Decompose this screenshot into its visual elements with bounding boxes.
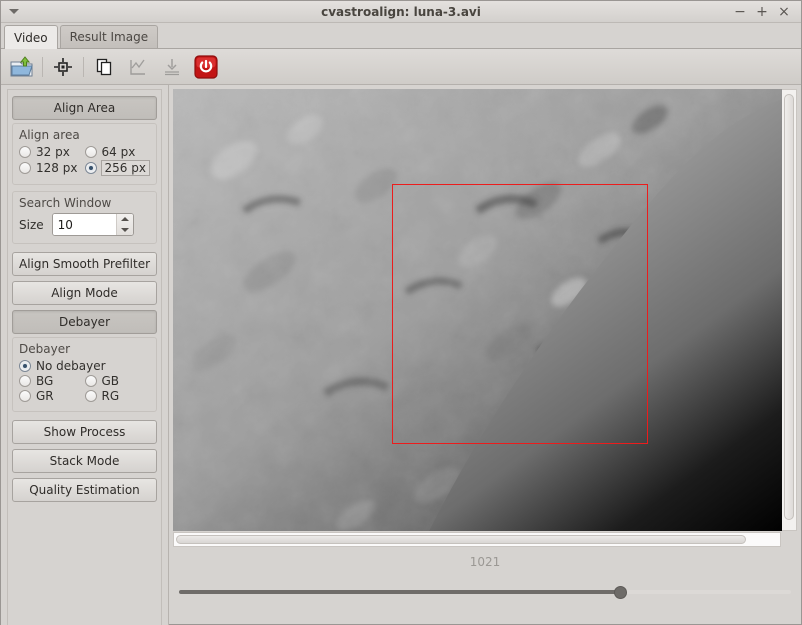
vertical-scrollbar-thumb[interactable] [784,94,794,520]
open-file-button[interactable] [5,51,39,83]
radio-align-32px[interactable]: 32 px [19,145,85,159]
frame-number-label: 1021 [469,555,501,569]
search-window-group-title: Search Window [19,196,112,210]
tab-result-image[interactable]: Result Image [59,25,159,48]
frame-slider[interactable] [179,583,791,601]
sidebar-section-debayer[interactable]: Debayer [12,310,157,334]
radio-align-128px[interactable]: 128 px [19,161,85,175]
radio-indicator-icon [19,360,31,372]
radio-label: 128 px [36,161,78,175]
radio-align-64px[interactable]: 64 px [84,145,151,159]
sidebar-section-quality-estimation[interactable]: Quality Estimation [12,478,157,502]
graph-button[interactable] [121,51,155,83]
radio-indicator-icon [84,162,97,174]
main-body: Align Area Align area 32 px 64 px 128 px… [1,85,801,625]
radio-indicator-icon [84,146,97,158]
align-area-row-2: 128 px 256 px [19,160,150,176]
select-align-point-icon [54,57,72,76]
search-window-size-row: Size 10 [19,213,150,236]
tab-video[interactable]: Video [4,25,58,49]
title-bar: cvastroalign: luna-3.avi − + × [1,1,801,23]
frame-slider-fill [179,590,620,594]
toolbar [1,49,801,85]
sidebar-section-show-process[interactable]: Show Process [12,420,157,444]
radio-indicator-icon [84,390,97,402]
search-window-group: Search Window Size 10 [12,191,157,244]
copy-icon [96,58,112,75]
video-viewer: 1021 [169,85,801,625]
sidebar-section-align-area[interactable]: Align Area [12,96,157,120]
stepper-arrows [115,214,133,236]
vertical-scrollbar[interactable] [782,89,797,531]
radio-label: GR [36,389,54,403]
canvas-wrapper [173,89,797,531]
sidebar-section-align-smooth-prefilter[interactable]: Align Smooth Prefilter [12,252,157,276]
stepper-up-button[interactable] [117,214,133,225]
window-title: cvastroalign: luna-3.avi [321,4,481,19]
frame-slider-handle[interactable] [613,586,627,599]
sidebar-section-stack-mode[interactable]: Stack Mode [12,449,157,473]
radio-debayer-bg[interactable]: BG [19,374,85,388]
debayer-row-2: BG GB [19,374,150,388]
radio-indicator-icon [19,146,31,158]
radio-label: GB [101,374,120,388]
size-label: Size [19,217,44,232]
chevron-down-icon [120,227,129,232]
application-window: cvastroalign: luna-3.avi − + × Video Res… [0,0,802,625]
align-area-group-title: Align area [19,128,80,142]
stepper-down-button[interactable] [117,225,133,236]
save-button[interactable] [155,51,189,83]
debayer-row-3: GR RG [19,389,150,403]
minimize-button[interactable]: − [729,2,751,22]
debayer-group: Debayer No debayer BG GB GR RG [12,337,157,412]
radio-label: 256 px [100,160,150,176]
radio-indicator-icon [19,162,31,174]
radio-debayer-gr[interactable]: GR [19,389,85,403]
graph-icon [130,59,145,75]
window-controls: − + × [729,2,801,22]
toolbar-separator [42,56,43,77]
power-icon [194,54,218,79]
radio-label: 64 px [101,145,136,159]
radio-label: RG [101,389,120,403]
align-point-button[interactable] [46,51,80,83]
radio-indicator-icon [84,375,97,387]
search-window-size-input[interactable]: 10 [52,214,116,235]
radio-debayer-rg[interactable]: RG [84,389,151,403]
copy-button[interactable] [87,51,121,83]
sidebar-section-align-mode[interactable]: Align Mode [12,281,157,305]
radio-label: 32 px [36,145,70,159]
tab-bar: Video Result Image [1,23,801,49]
caret-down-icon [9,9,19,14]
radio-align-256px[interactable]: 256 px [84,160,151,176]
window-menu-button[interactable] [1,1,27,22]
sidebar: Align Area Align area 32 px 64 px 128 px… [1,85,169,625]
open-file-icon [10,55,33,76]
radio-debayer-none[interactable]: No debayer [19,359,106,373]
radio-label: BG [36,374,54,388]
power-button[interactable] [189,51,223,83]
save-icon [165,58,179,75]
horizontal-scrollbar[interactable] [173,532,781,547]
radio-debayer-gb[interactable]: GB [84,374,151,388]
debayer-group-title: Debayer [19,342,71,356]
radio-indicator-icon [19,375,31,387]
sidebar-panel: Align Area Align area 32 px 64 px 128 px… [7,89,162,625]
radio-indicator-icon [19,390,31,402]
video-canvas[interactable] [173,89,782,531]
close-button[interactable]: × [773,2,795,22]
horizontal-scrollbar-thumb[interactable] [176,535,746,544]
radio-label: No debayer [36,359,106,373]
toolbar-separator [83,56,84,77]
align-area-group: Align area 32 px 64 px 128 px 256 px [12,123,157,185]
frame-slider-bar: 1021 [173,547,797,607]
search-window-size-stepper[interactable]: 10 [51,213,134,236]
maximize-button[interactable]: + [751,2,773,22]
debayer-row-1: No debayer [19,359,150,373]
chevron-up-icon [120,217,129,222]
align-area-row-1: 32 px 64 px [19,145,150,159]
moon-image [173,89,782,531]
